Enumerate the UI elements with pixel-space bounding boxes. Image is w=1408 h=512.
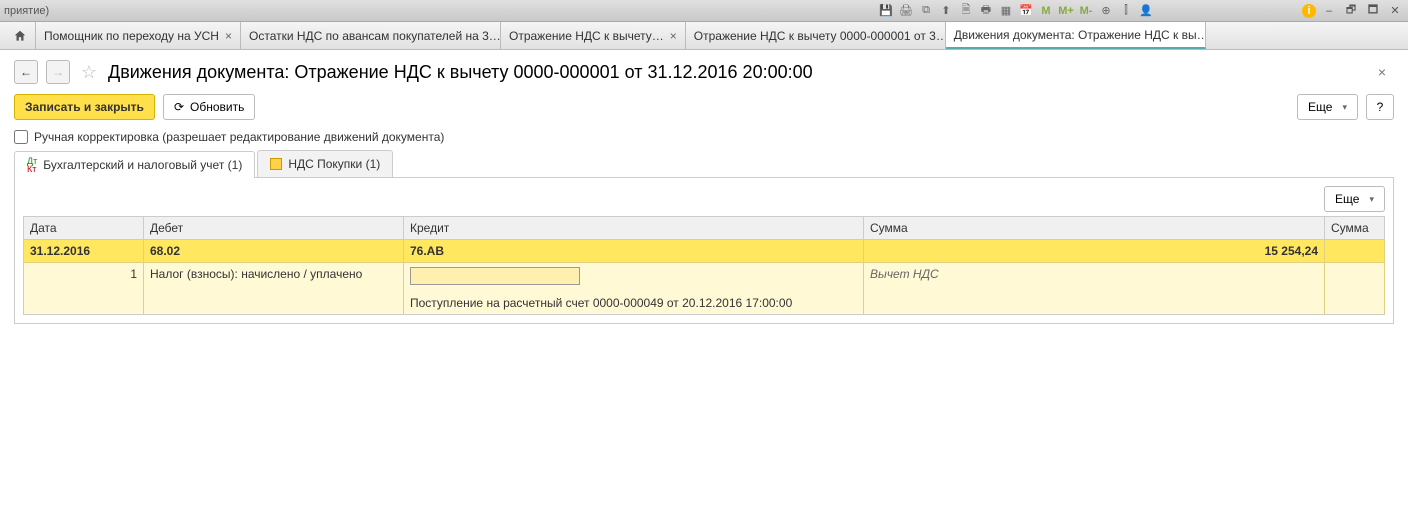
tab-label: Помощник по переходу на УСН — [44, 29, 219, 43]
page-close-button[interactable]: × — [1370, 60, 1394, 84]
manual-edit-label: Ручная корректировка (разрешает редактир… — [34, 130, 444, 144]
info-icon[interactable]: i — [1302, 4, 1316, 18]
tab-label: Остатки НДС по авансам покупателей на 3… — [249, 29, 501, 43]
col-credit-header[interactable]: Кредит — [404, 217, 864, 240]
window-close-button[interactable]: ✕ — [1386, 3, 1404, 19]
user-icon[interactable]: 👤 — [1138, 3, 1154, 19]
home-tab[interactable] — [4, 22, 36, 49]
minimize-button[interactable]: – — [1320, 3, 1338, 19]
refresh-button[interactable]: ⟳ Обновить — [163, 94, 255, 120]
copy-icon[interactable]: ⧉ — [918, 3, 934, 19]
table-header-row: Дата Дебет Кредит Сумма Сумма — [24, 217, 1385, 240]
cell-sum: 15 254,24 — [864, 240, 1325, 263]
calendar-icon[interactable]: 📅 — [1018, 3, 1034, 19]
tab-nds-balances[interactable]: Остатки НДС по авансам покупателей на 3…… — [241, 22, 501, 49]
cell-sum2 — [1325, 240, 1385, 263]
print-icon[interactable]: 🖨 — [898, 3, 914, 19]
col-debit-header[interactable]: Дебет — [144, 217, 404, 240]
cell-empty — [864, 292, 1325, 315]
zoom-icon[interactable]: ⊕ — [1098, 3, 1114, 19]
credit-edit-field[interactable] — [410, 267, 580, 285]
tab-label: Движения документа: Отражение НДС к вы… — [954, 28, 1206, 42]
tab-nds-purchases[interactable]: НДС Покупки (1) — [257, 150, 393, 177]
cell-credit-edit[interactable] — [404, 263, 864, 293]
tab-usn-helper[interactable]: Помощник по переходу на УСН × — [36, 22, 241, 49]
tab-label: Отражение НДС к вычету… — [509, 29, 664, 43]
cell-credit-account: 76.АВ — [404, 240, 864, 263]
table-row[interactable]: 31.12.2016 68.02 76.АВ 15 254,24 — [24, 240, 1385, 263]
manual-edit-checkbox[interactable] — [14, 130, 28, 144]
dtkt-icon: ДтКт — [27, 157, 37, 173]
manual-edit-row: Ручная корректировка (разрешает редактир… — [14, 130, 1394, 144]
cell-debit-desc: Налог (взносы): начислено / уплачено — [144, 263, 404, 293]
refresh-label: Обновить — [190, 100, 244, 114]
cell-empty — [1325, 263, 1385, 293]
tab-nds-purchases-label: НДС Покупки (1) — [288, 157, 380, 171]
tab-accounting-label: Бухгалтерский и налоговый учет (1) — [43, 158, 242, 172]
home-icon — [13, 29, 27, 43]
register-tabs: ДтКт Бухгалтерский и налоговый учет (1) … — [14, 150, 1394, 178]
table-row[interactable]: 1 Налог (взносы): начислено / уплачено В… — [24, 263, 1385, 293]
printer-icon[interactable]: 🖶 — [978, 3, 994, 19]
table-row[interactable]: Поступление на расчетный счет 0000-00004… — [24, 292, 1385, 315]
cell-empty — [1325, 292, 1385, 315]
cell-debit-account: 68.02 — [144, 240, 404, 263]
page-title: Движения документа: Отражение НДС к выче… — [108, 62, 813, 83]
register-table-panel: Еще Дата Дебет Кредит Сумма Сумма 31.12.… — [14, 178, 1394, 324]
tab-nds-deduction[interactable]: Отражение НДС к вычету… × — [501, 22, 686, 49]
accounting-grid: Дата Дебет Кредит Сумма Сумма 31.12.2016… — [23, 216, 1385, 315]
cell-empty — [144, 292, 404, 315]
document-icon — [270, 158, 282, 170]
memory-m-icon[interactable]: M — [1038, 3, 1054, 19]
tab-label: Отражение НДС к вычету 0000-000001 от 3… — [694, 29, 946, 43]
memory-mplus-icon[interactable]: M+ — [1058, 3, 1074, 19]
system-toolbar: 💾 🖨 ⧉ ⬆ 🗎 🖶 ▦ 📅 M M+ M- ⊕ ⫿ 👤 i – 🗗 🗖 ✕ — [878, 3, 1404, 19]
nav-forward-button[interactable]: → — [46, 60, 70, 84]
save-and-close-button[interactable]: Записать и закрыть — [14, 94, 155, 120]
save-icon[interactable]: 💾 — [878, 3, 894, 19]
memory-mminus-icon[interactable]: M- — [1078, 3, 1094, 19]
close-icon[interactable]: × — [225, 29, 232, 43]
close-icon[interactable]: × — [670, 29, 677, 43]
panel-icon[interactable]: ⫿ — [1118, 3, 1134, 19]
cell-rownum: 1 — [24, 263, 144, 293]
tab-nds-deduction-doc[interactable]: Отражение НДС к вычету 0000-000001 от 3…… — [686, 22, 946, 49]
page-header: ← → ☆ Движения документа: Отражение НДС … — [14, 60, 1394, 84]
cell-sum-desc: Вычет НДС — [864, 263, 1325, 293]
nav-back-button[interactable]: ← — [14, 60, 38, 84]
col-date-header[interactable]: Дата — [24, 217, 144, 240]
document-tabstrip: Помощник по переходу на УСН × Остатки НД… — [0, 22, 1408, 50]
app-title-fragment: приятие) — [4, 5, 49, 17]
tab-document-movements[interactable]: Движения документа: Отражение НДС к вы… … — [946, 22, 1206, 49]
help-button[interactable]: ? — [1366, 94, 1394, 120]
tab-accounting[interactable]: ДтКт Бухгалтерский и налоговый учет (1) — [14, 151, 255, 178]
preview-icon[interactable]: 🗎 — [958, 3, 974, 19]
cell-empty — [24, 292, 144, 315]
system-titlebar: приятие) 💾 🖨 ⧉ ⬆ 🗎 🖶 ▦ 📅 M M+ M- ⊕ ⫿ 👤 i… — [0, 0, 1408, 22]
cell-date: 31.12.2016 — [24, 240, 144, 263]
grid-icon[interactable]: ▦ — [998, 3, 1014, 19]
col-sum2-header[interactable]: Сумма — [1325, 217, 1385, 240]
more-button[interactable]: Еще — [1297, 94, 1358, 120]
favorite-star-icon[interactable]: ☆ — [78, 61, 100, 83]
restore-button[interactable]: 🗗 — [1342, 3, 1360, 19]
table-more-button[interactable]: Еще — [1324, 186, 1385, 212]
refresh-icon: ⟳ — [174, 100, 184, 114]
upload-icon[interactable]: ⬆ — [938, 3, 954, 19]
maximize-button[interactable]: 🗖 — [1364, 3, 1382, 19]
cell-credit-desc: Поступление на расчетный счет 0000-00004… — [404, 292, 864, 315]
col-sum-header[interactable]: Сумма — [864, 217, 1325, 240]
main-toolbar: Записать и закрыть ⟳ Обновить Еще ? — [14, 94, 1394, 120]
